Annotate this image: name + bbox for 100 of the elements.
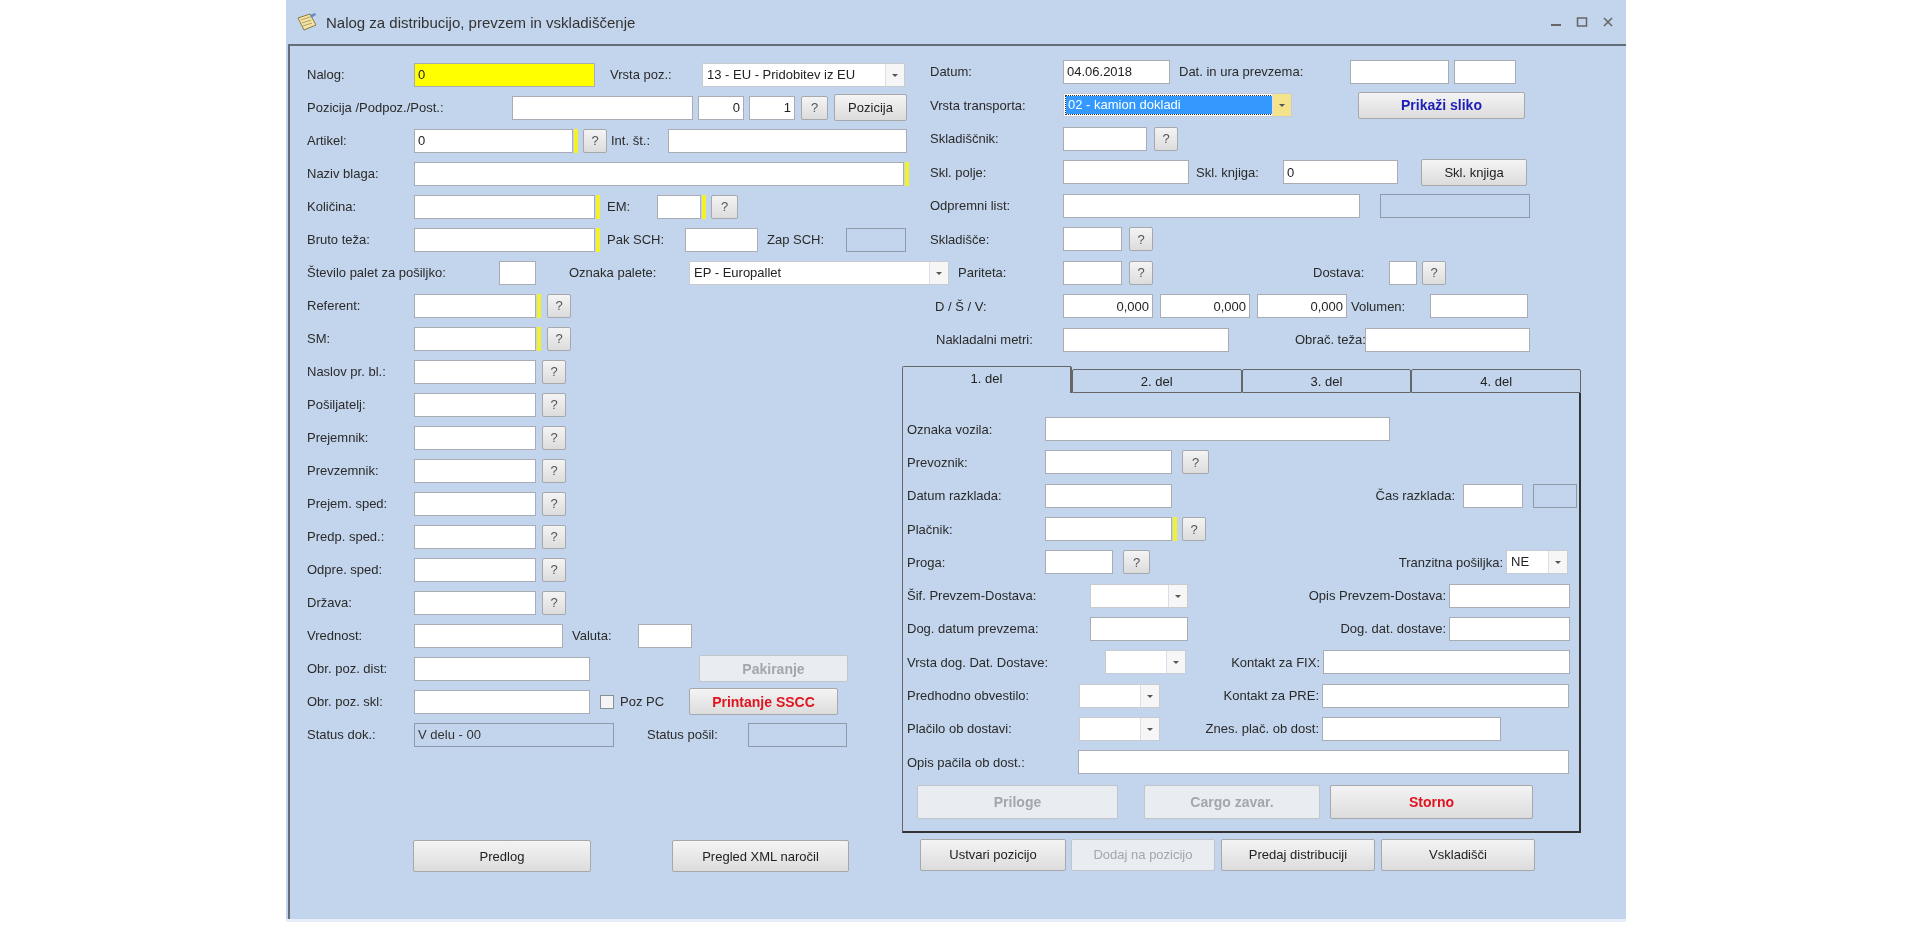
lookup-button[interactable]: ?: [711, 194, 738, 219]
input-field[interactable]: [1090, 616, 1188, 641]
input-field[interactable]: [1063, 227, 1122, 252]
input-field[interactable]: [1454, 59, 1516, 84]
lookup-button[interactable]: ?: [542, 491, 566, 516]
lookup-button[interactable]: ?: [583, 128, 607, 153]
checkbox[interactable]: [600, 694, 614, 709]
action-button[interactable]: Storno: [1330, 784, 1533, 819]
action-button[interactable]: Ustvari pozicijo: [920, 838, 1066, 871]
input-field[interactable]: [1389, 260, 1417, 285]
input-field[interactable]: 0,000: [1063, 294, 1153, 319]
input-field[interactable]: [1045, 517, 1172, 542]
dropdown[interactable]: EP - Europallet: [689, 260, 949, 285]
action-button[interactable]: Pozicija: [834, 94, 907, 121]
input-field[interactable]: [414, 689, 590, 714]
input-field[interactable]: 1: [749, 95, 795, 120]
input-field[interactable]: [414, 491, 536, 516]
input-field[interactable]: [414, 425, 536, 450]
input-field[interactable]: [1322, 683, 1569, 708]
input-field[interactable]: [668, 128, 907, 153]
input-field[interactable]: [414, 458, 536, 483]
input-field[interactable]: [414, 590, 536, 615]
input-field[interactable]: [1350, 59, 1449, 84]
input-field[interactable]: [414, 194, 595, 219]
dropdown[interactable]: NE: [1506, 550, 1568, 575]
tab[interactable]: 4. del: [1411, 368, 1581, 393]
input-field[interactable]: [414, 359, 536, 384]
action-button[interactable]: Predaj distribuciji: [1221, 838, 1375, 871]
lookup-button[interactable]: ?: [542, 425, 566, 450]
input-field[interactable]: [1463, 483, 1523, 508]
tab[interactable]: 1. del: [902, 365, 1072, 393]
input-field[interactable]: [1063, 193, 1360, 218]
input-field[interactable]: [414, 557, 536, 582]
input-field[interactable]: [1365, 327, 1530, 352]
input-field[interactable]: 0: [698, 95, 744, 120]
input-field[interactable]: [414, 623, 563, 648]
field-label: Oznaka palete:: [569, 265, 658, 280]
input-field[interactable]: 0: [414, 128, 573, 153]
input-field[interactable]: 0: [414, 62, 595, 87]
dropdown[interactable]: [1090, 583, 1188, 608]
lookup-button[interactable]: ?: [1129, 227, 1153, 252]
action-button[interactable]: Vskladišči: [1381, 838, 1535, 871]
lookup-button[interactable]: ?: [542, 590, 566, 615]
lookup-button[interactable]: ?: [542, 557, 566, 582]
input-field[interactable]: [414, 524, 536, 549]
input-field[interactable]: [638, 623, 692, 648]
input-field[interactable]: [499, 260, 536, 285]
input-field[interactable]: [1063, 126, 1147, 151]
lookup-button[interactable]: ?: [547, 326, 571, 351]
input-field[interactable]: [414, 293, 536, 318]
input-field[interactable]: [1323, 650, 1570, 675]
lookup-button[interactable]: ?: [542, 359, 566, 384]
input-field[interactable]: 0: [1283, 160, 1398, 185]
lookup-button[interactable]: ?: [1182, 517, 1206, 542]
input-field[interactable]: [1045, 450, 1172, 475]
lookup-button[interactable]: ?: [1422, 260, 1446, 285]
input-field[interactable]: [1045, 483, 1172, 508]
lookup-button[interactable]: ?: [1129, 260, 1153, 285]
input-field[interactable]: [414, 392, 536, 417]
dropdown[interactable]: [1079, 716, 1160, 741]
lookup-button[interactable]: ?: [1182, 450, 1209, 475]
action-button[interactable]: Skl. knjiga: [1421, 158, 1527, 186]
lookup-button[interactable]: ?: [542, 458, 566, 483]
input-field[interactable]: [1063, 160, 1189, 185]
input-field[interactable]: [414, 161, 904, 186]
action-button[interactable]: Prikaži sliko: [1358, 91, 1525, 119]
input-field[interactable]: [1063, 260, 1122, 285]
input-field[interactable]: [1322, 716, 1501, 741]
input-field[interactable]: [1430, 294, 1528, 319]
lookup-button[interactable]: ?: [542, 392, 566, 417]
input-field[interactable]: [685, 227, 758, 252]
input-field[interactable]: 04.06.2018: [1063, 59, 1170, 84]
close-icon[interactable]: [1602, 16, 1614, 28]
lookup-button[interactable]: ?: [801, 95, 828, 120]
lookup-button[interactable]: ?: [1123, 550, 1150, 575]
input-field[interactable]: [414, 227, 595, 252]
input-field[interactable]: [1078, 750, 1569, 775]
input-field[interactable]: [414, 656, 590, 681]
input-field[interactable]: [657, 194, 701, 219]
tab[interactable]: 2. del: [1071, 368, 1242, 393]
input-field[interactable]: [512, 95, 693, 120]
lookup-button[interactable]: ?: [542, 524, 566, 549]
action-button[interactable]: Predlog: [413, 840, 591, 872]
input-field[interactable]: [1045, 550, 1113, 575]
lookup-button[interactable]: ?: [547, 293, 571, 318]
lookup-button[interactable]: ?: [1154, 126, 1178, 151]
input-field[interactable]: [414, 326, 536, 351]
input-field[interactable]: 0,000: [1257, 294, 1347, 319]
dropdown[interactable]: [1105, 650, 1186, 675]
action-button[interactable]: Printanje SSCC: [689, 688, 838, 715]
input-field[interactable]: 0,000: [1160, 294, 1250, 319]
maximize-icon[interactable]: [1576, 16, 1588, 28]
dropdown[interactable]: 13 - EU - Pridobitev iz EU: [702, 62, 905, 87]
input-field[interactable]: [1449, 583, 1570, 608]
input-field[interactable]: [1449, 616, 1570, 641]
tab[interactable]: 3. del: [1241, 368, 1412, 393]
dropdown[interactable]: [1079, 683, 1160, 708]
action-button[interactable]: Pregled XML naročil: [672, 840, 849, 872]
input-field[interactable]: [1045, 417, 1390, 442]
input-field[interactable]: [1063, 327, 1229, 352]
